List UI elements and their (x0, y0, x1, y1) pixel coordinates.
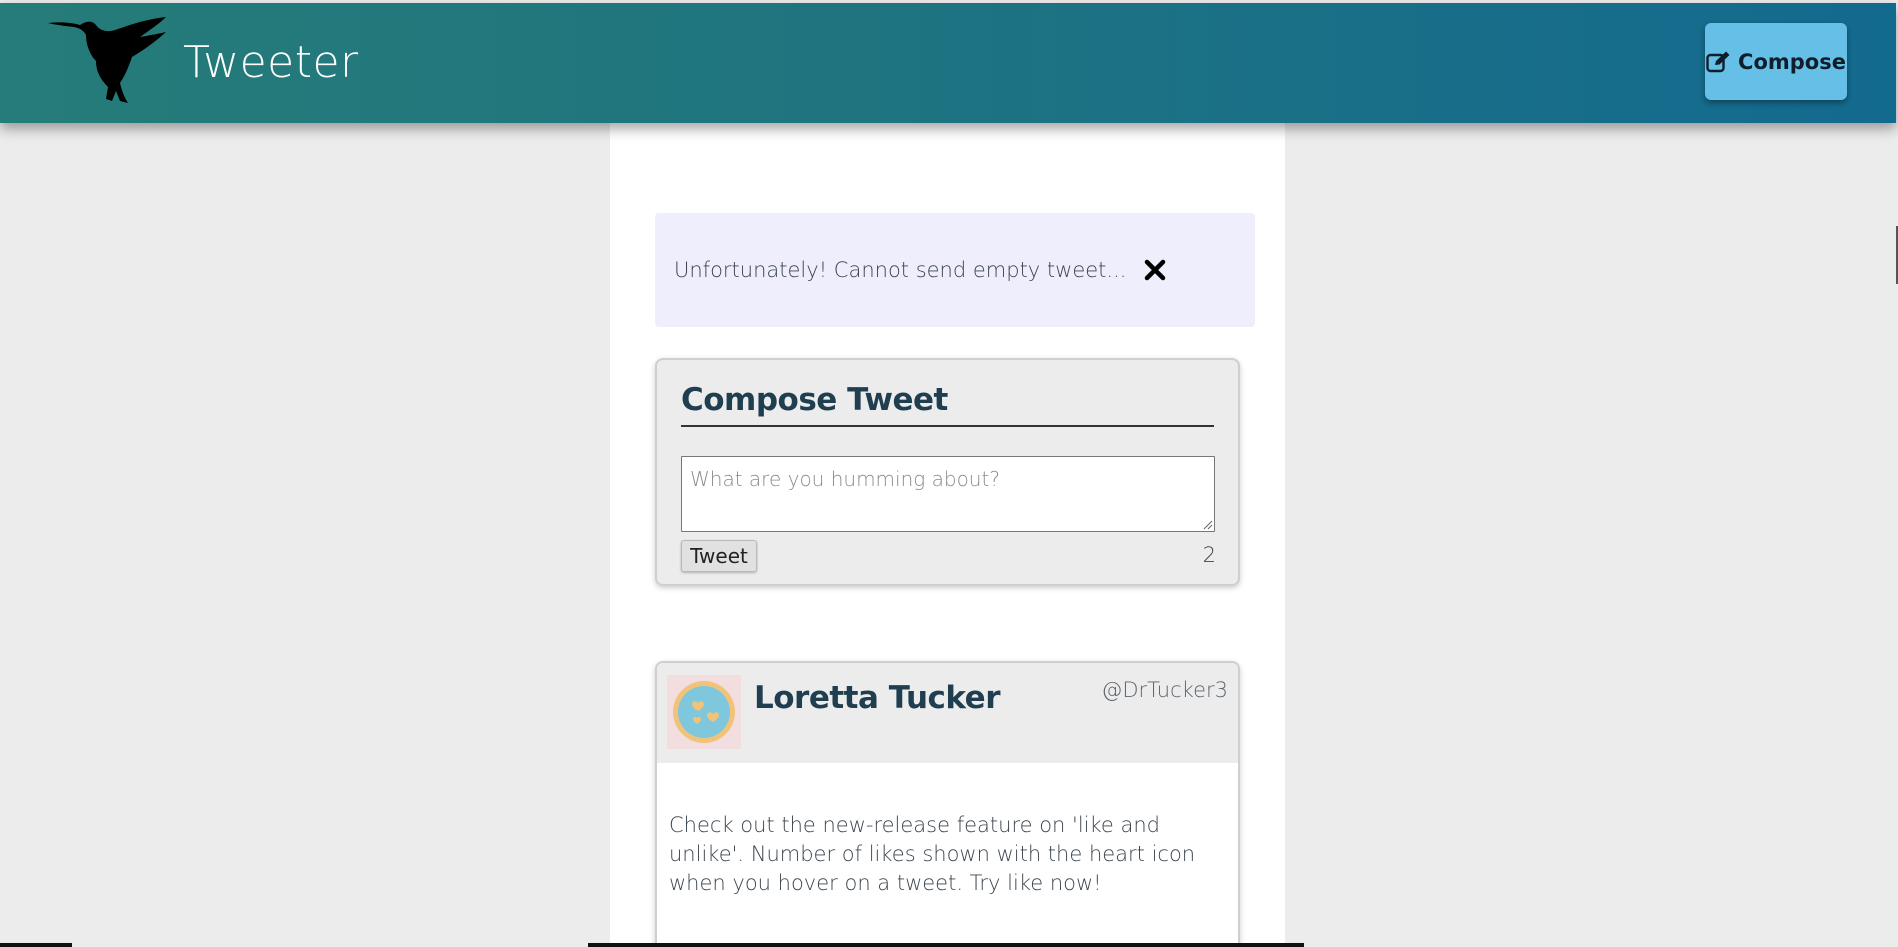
tweet-author-name: Loretta Tucker (754, 680, 1001, 716)
compose-divider (681, 425, 1214, 427)
edit-icon (1706, 51, 1730, 72)
tweet-card[interactable]: Loretta Tucker @DrTucker3 Check out the … (655, 661, 1240, 947)
brand-title: Tweeter (183, 37, 359, 88)
tweet-submit-button[interactable]: Tweet (681, 540, 757, 572)
compose-tweet-form: Compose Tweet Tweet 2 (655, 358, 1240, 586)
compose-title: Compose Tweet (681, 382, 948, 418)
tweet-text: Check out the new-release feature on 'li… (669, 813, 1196, 895)
close-icon[interactable] (1144, 259, 1166, 281)
error-message: Unfortunately! Cannot send empty tweet..… (674, 258, 1127, 282)
tweeter-app: Tweeter Compose Unfortunately! Cannot se… (0, 0, 1898, 947)
tweet-textarea[interactable] (681, 456, 1215, 532)
error-alert: Unfortunately! Cannot send empty tweet..… (655, 213, 1255, 327)
top-navigation-bar: Tweeter Compose (0, 3, 1896, 123)
compose-toggle-button[interactable]: Compose (1705, 23, 1847, 100)
resize-handle-icon[interactable] (1202, 519, 1213, 530)
tweet-author-handle: @DrTucker3 (1101, 678, 1228, 702)
character-counter: 2 (1202, 543, 1216, 567)
compose-toggle-label: Compose (1738, 49, 1846, 74)
hummingbird-icon[interactable] (48, 17, 170, 105)
bottom-edge (0, 943, 72, 947)
bottom-edge (588, 943, 1304, 947)
tweet-header: Loretta Tucker @DrTucker3 (657, 663, 1238, 763)
avatar-icon (667, 675, 741, 749)
